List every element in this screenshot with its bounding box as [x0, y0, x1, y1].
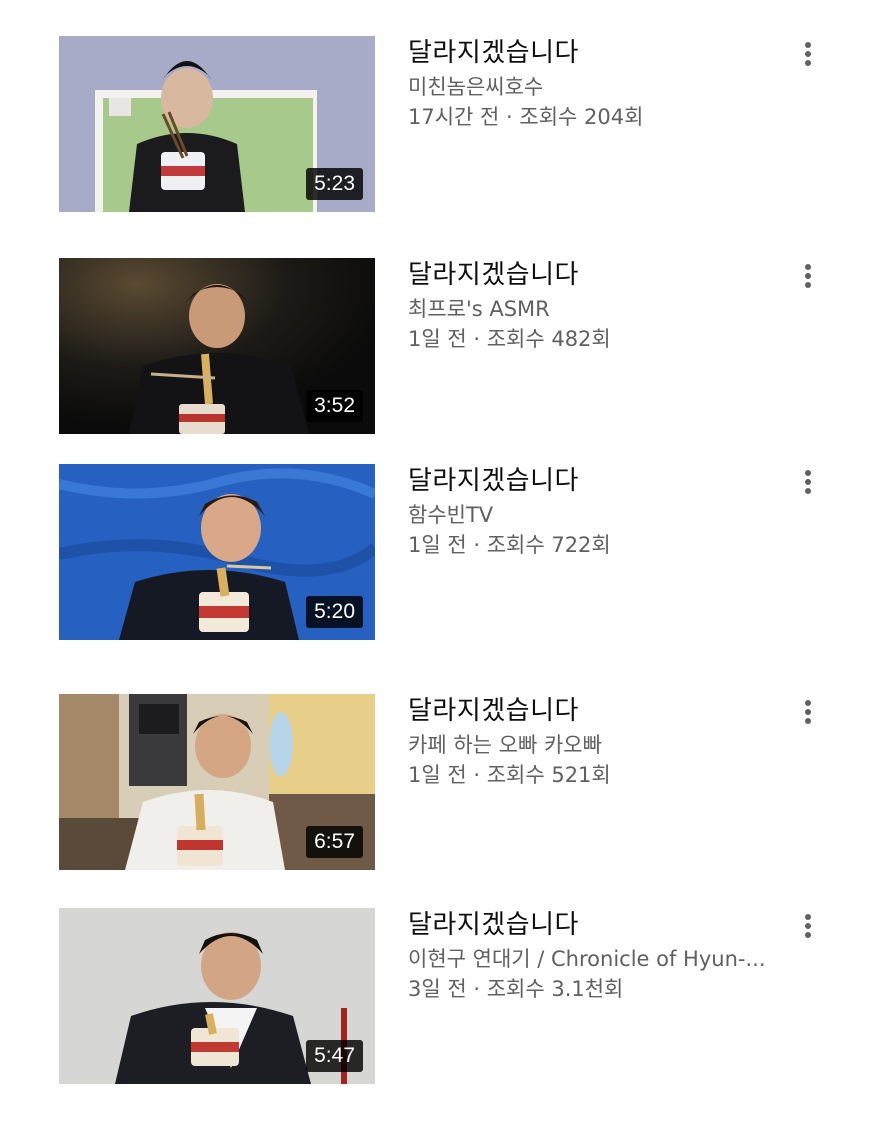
video-thumbnail[interactable]: 6:57: [59, 694, 375, 870]
video-stats: 1일 전 · 조회수 722회: [408, 533, 611, 557]
video-stats: 17시간 전 · 조회수 204회: [408, 105, 644, 129]
video-title[interactable]: 달라지겠습니다: [408, 910, 788, 940]
duration-badge: 5:20: [306, 596, 363, 628]
more-options-icon[interactable]: [792, 466, 824, 498]
video-title[interactable]: 달라지겠습니다: [408, 38, 788, 68]
video-metadata: 달라지겠습니다 미친놈은씨호수 17시간 전 · 조회수 204회: [408, 38, 788, 132]
video-thumbnail[interactable]: 5:47: [59, 908, 375, 1084]
video-stats: 3일 전 · 조회수 3.1천회: [408, 977, 624, 1001]
video-item[interactable]: 3:52 달라지겠습니다 최프로's ASMR 1일 전 · 조회수 482회: [0, 258, 870, 434]
duration-badge: 6:57: [306, 826, 363, 858]
duration-badge: 5:47: [306, 1040, 363, 1072]
channel-name[interactable]: 최프로's ASMR: [408, 294, 788, 324]
channel-name[interactable]: 이현구 연대기 / Chronicle of Hyun-...: [408, 944, 788, 974]
video-item[interactable]: 6:57 달라지겠습니다 카페 하는 오빠 카오빠 1일 전 · 조회수 521…: [0, 694, 870, 870]
video-thumbnail[interactable]: 5:23: [59, 36, 375, 212]
video-thumbnail[interactable]: 5:20: [59, 464, 375, 640]
video-thumbnail[interactable]: 3:52: [59, 258, 375, 434]
channel-name[interactable]: 카페 하는 오빠 카오빠: [408, 730, 788, 760]
video-title[interactable]: 달라지겠습니다: [408, 466, 788, 496]
video-metadata: 달라지겠습니다 카페 하는 오빠 카오빠 1일 전 · 조회수 521회: [408, 696, 788, 790]
duration-badge: 5:23: [306, 168, 363, 200]
video-item[interactable]: 5:23 달라지겠습니다 미친놈은씨호수 17시간 전 · 조회수 204회: [0, 36, 870, 212]
more-options-icon[interactable]: [792, 910, 824, 942]
video-item[interactable]: 5:20 달라지겠습니다 함수빈TV 1일 전 · 조회수 722회: [0, 464, 870, 640]
channel-name[interactable]: 함수빈TV: [408, 500, 788, 530]
video-metadata: 달라지겠습니다 최프로's ASMR 1일 전 · 조회수 482회: [408, 260, 788, 354]
more-options-icon[interactable]: [792, 696, 824, 728]
video-stats: 1일 전 · 조회수 482회: [408, 327, 611, 351]
video-stats: 1일 전 · 조회수 521회: [408, 763, 611, 787]
more-options-icon[interactable]: [792, 260, 824, 292]
video-item[interactable]: 5:47 달라지겠습니다 이현구 연대기 / Chronicle of Hyun…: [0, 908, 870, 1084]
duration-badge: 3:52: [306, 390, 363, 422]
channel-name[interactable]: 미친놈은씨호수: [408, 72, 788, 102]
video-metadata: 달라지겠습니다 이현구 연대기 / Chronicle of Hyun-... …: [408, 910, 788, 1004]
video-title[interactable]: 달라지겠습니다: [408, 260, 788, 290]
video-metadata: 달라지겠습니다 함수빈TV 1일 전 · 조회수 722회: [408, 466, 788, 560]
video-title[interactable]: 달라지겠습니다: [408, 696, 788, 726]
more-options-icon[interactable]: [792, 38, 824, 70]
